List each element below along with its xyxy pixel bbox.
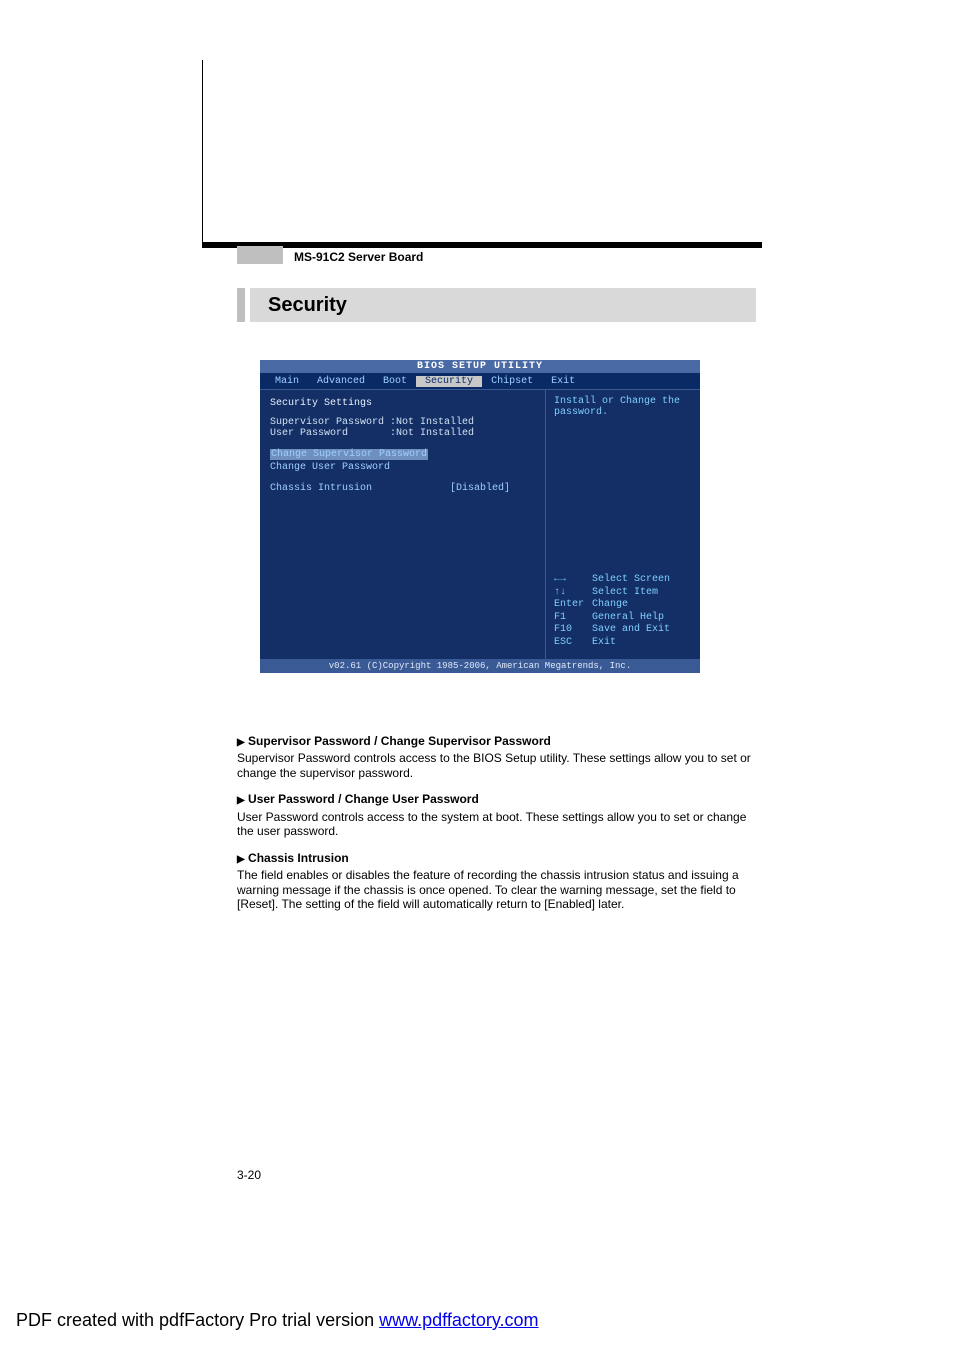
board-title: MS-91C2 Server Board	[294, 250, 423, 264]
bios-nav-help: ←→Select Screen ↑↓Select Item EnterChang…	[554, 574, 670, 649]
bios-title: BIOS SETUP UTILITY	[260, 360, 700, 373]
tab-chipset[interactable]: Chipset	[482, 376, 542, 387]
header-block-icon	[237, 246, 283, 264]
description-section: ▶ Supervisor Password / Change Superviso…	[237, 722, 752, 914]
desc-heading-2: ▶ User Password / Change User Password	[237, 792, 752, 807]
vertical-rule	[202, 60, 203, 246]
nav-action-select-screen: Select Screen	[592, 574, 670, 585]
desc-heading-3: ▶ Chassis Intrusion	[237, 851, 752, 866]
supervisor-password-value: :Not Installed	[390, 417, 474, 428]
header-rule	[202, 242, 762, 248]
pdf-footer: PDF created with pdfFactory Pro trial ve…	[16, 1310, 539, 1331]
nav-key-lr: ←→	[554, 574, 592, 587]
chassis-intrusion-label: Chassis Intrusion	[270, 483, 372, 494]
section-title: Security	[268, 294, 347, 317]
change-user-password-link[interactable]: Change User Password	[270, 462, 535, 473]
tab-boot[interactable]: Boot	[374, 376, 416, 387]
nav-action-change: Change	[592, 599, 628, 610]
desc-body-3: The field enables or disables the featur…	[237, 868, 752, 912]
chassis-intrusion-value: [Disabled]	[450, 483, 510, 494]
nav-key-f10: F10	[554, 624, 592, 637]
desc-heading-1: ▶ Supervisor Password / Change Superviso…	[237, 734, 752, 749]
user-password-value: :Not Installed	[390, 428, 474, 439]
bios-left-pane: Security Settings Supervisor Password :N…	[260, 390, 545, 659]
section-header: Security	[250, 288, 756, 322]
triangle-icon: ▶	[237, 795, 245, 806]
bios-help-text: Install or Change the password.	[554, 396, 692, 418]
tab-advanced[interactable]: Advanced	[308, 376, 374, 387]
nav-key-f1: F1	[554, 612, 592, 625]
desc-body-2: User Password controls access to the sys…	[237, 810, 752, 839]
user-password-row: User Password :Not Installed	[270, 428, 535, 439]
nav-action-select-item: Select Item	[592, 587, 658, 598]
nav-key-esc: ESC	[554, 637, 592, 650]
nav-action-exit: Exit	[592, 637, 616, 648]
pdf-footer-text: PDF created with pdfFactory Pro trial ve…	[16, 1310, 379, 1330]
triangle-icon: ▶	[237, 737, 245, 748]
supervisor-password-label: Supervisor Password	[270, 417, 384, 428]
bios-screenshot: BIOS SETUP UTILITY Main Advanced Boot Se…	[260, 360, 700, 672]
user-password-label: User Password	[270, 428, 348, 439]
nav-action-help: General Help	[592, 612, 664, 623]
nav-action-save: Save and Exit	[592, 624, 670, 635]
nav-key-ud: ↑↓	[554, 587, 592, 600]
triangle-icon: ▶	[237, 854, 245, 865]
nav-key-enter: Enter	[554, 599, 592, 612]
supervisor-password-row: Supervisor Password :Not Installed	[270, 417, 535, 428]
bios-copyright: v02.61 (C)Copyright 1985-2006, American …	[260, 659, 700, 673]
bios-body: Security Settings Supervisor Password :N…	[260, 389, 700, 659]
bios-tabs: Main Advanced Boot Security Chipset Exit	[260, 373, 700, 389]
section-block-icon	[237, 288, 245, 322]
bios-right-pane: Install or Change the password. ←→Select…	[545, 390, 700, 659]
tab-exit[interactable]: Exit	[542, 376, 584, 387]
change-supervisor-password-link[interactable]: Change Supervisor Password	[270, 449, 428, 460]
chassis-intrusion-row[interactable]: Chassis Intrusion [Disabled]	[270, 483, 535, 494]
security-settings-heading: Security Settings	[270, 398, 535, 409]
tab-main[interactable]: Main	[266, 376, 308, 387]
page-number: 3-20	[237, 1168, 261, 1182]
tab-security[interactable]: Security	[416, 376, 482, 387]
pdf-footer-link[interactable]: www.pdffactory.com	[379, 1310, 538, 1330]
desc-body-1: Supervisor Password controls access to t…	[237, 751, 752, 780]
